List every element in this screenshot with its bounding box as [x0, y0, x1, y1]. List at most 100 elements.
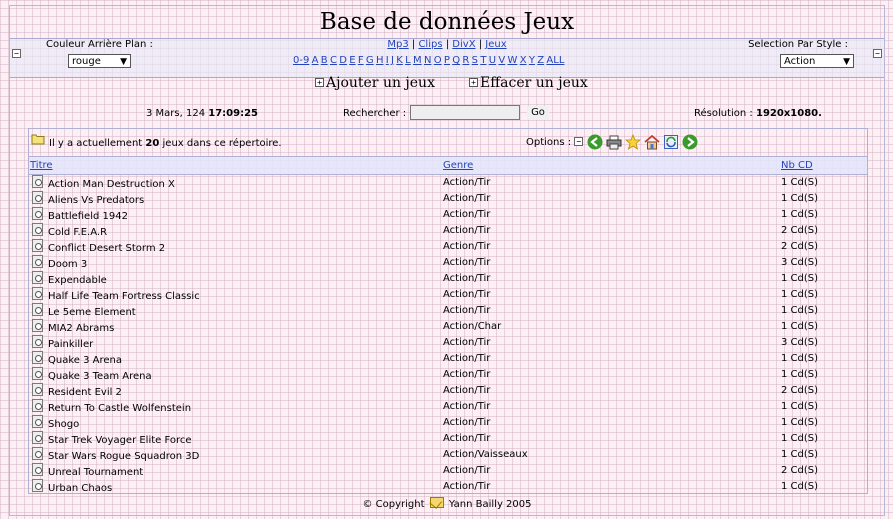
column-cd-sort[interactable]: Nb CD: [781, 160, 813, 171]
printer-icon[interactable]: [606, 134, 622, 150]
letter-link[interactable]: 0-9: [293, 55, 309, 66]
search-label: Rechercher :: [343, 108, 407, 119]
table-row[interactable]: Resident Evil 2 Action/Tir 2 Cd(S): [29, 383, 867, 399]
game-title: MIA2 Abrams: [48, 323, 115, 334]
cd-icon: [32, 479, 43, 492]
cd-icon: [32, 255, 43, 268]
letter-link[interactable]: V: [498, 55, 505, 66]
letter-link[interactable]: F: [358, 55, 364, 66]
game-cd-count: 1 Cd(S): [781, 417, 819, 428]
letter-link[interactable]: H: [376, 55, 384, 66]
remove-game-link[interactable]: + Effacer un jeux: [469, 75, 588, 91]
go-button[interactable]: Go: [527, 106, 549, 120]
letter-link[interactable]: O: [434, 55, 442, 66]
table-row[interactable]: Quake 3 Team Arena Action/Tir 1 Cd(S): [29, 367, 867, 383]
table-row[interactable]: Return To Castle Wolfenstein Action/Tir 1 …: [29, 399, 867, 415]
letter-link[interactable]: E: [349, 55, 355, 66]
chevron-down-icon: ▼: [120, 57, 127, 67]
cd-icon: [32, 367, 43, 380]
table-row[interactable]: Painkiller Action/Tir 3 Cd(S): [29, 335, 867, 351]
game-cd-count: 1 Cd(S): [781, 209, 819, 220]
nav-clips[interactable]: Clips: [418, 39, 442, 50]
cd-icon: [32, 223, 43, 236]
cd-icon: [32, 303, 43, 316]
background-color-select[interactable]: rouge ▼: [68, 54, 131, 68]
table-row[interactable]: Conflict Desert Storm 2 Action/Tir 2 Cd(S): [29, 239, 867, 255]
letter-link[interactable]: C: [330, 55, 337, 66]
table-row[interactable]: Battlefield 1942 Action/Tir 1 Cd(S): [29, 207, 867, 223]
letter-link[interactable]: K: [396, 55, 403, 66]
letter-link[interactable]: T: [480, 55, 486, 66]
table-row[interactable]: Aliens Vs Predators Action/Tir 1 Cd(S): [29, 191, 867, 207]
letter-link[interactable]: L: [405, 55, 411, 66]
game-title: Expendable: [48, 275, 107, 286]
letter-link[interactable]: Y: [529, 55, 535, 66]
table-row[interactable]: Star Trek Voyager Elite Force Action/Tir 1…: [29, 431, 867, 447]
cd-icon: [32, 415, 43, 428]
letter-link[interactable]: J: [391, 55, 394, 66]
table-row[interactable]: Quake 3 Arena Action/Tir 1 Cd(S): [29, 351, 867, 367]
minus-icon[interactable]: −: [873, 49, 882, 58]
add-game-link[interactable]: + Ajouter un jeux: [315, 75, 435, 91]
letter-link[interactable]: P: [444, 55, 450, 66]
favorite-star-icon[interactable]: [625, 134, 641, 150]
letter-link[interactable]: U: [489, 55, 496, 66]
table-row[interactable]: Expendable Action/Tir 1 Cd(S): [29, 271, 867, 287]
letter-link[interactable]: I: [386, 55, 389, 66]
cd-icon: [32, 351, 43, 364]
table-row[interactable]: MIA2 Abrams Action/Char 1 Cd(S): [29, 319, 867, 335]
cd-icon: [32, 463, 43, 476]
game-genre: Action/Char: [443, 321, 502, 332]
letter-link[interactable]: R: [462, 55, 469, 66]
letter-link[interactable]: X: [520, 55, 527, 66]
mail-icon[interactable]: [429, 497, 444, 508]
refresh-icon[interactable]: [663, 134, 679, 150]
minus-icon[interactable]: −: [12, 49, 21, 58]
table-row[interactable]: Action Man Destruction X Action/Tir 1 Cd(S…: [29, 175, 867, 191]
style-select[interactable]: Action ▼: [780, 54, 854, 68]
resolution: Résolution : 1920x1080.: [694, 108, 822, 119]
game-genre: Action/Tir: [443, 417, 491, 428]
letter-link[interactable]: ALL: [546, 55, 564, 66]
table-row[interactable]: Half Life Team Fortress Classic Action/Ti…: [29, 287, 867, 303]
table-row[interactable]: Le 5eme Element Action/Tir 1 Cd(S): [29, 303, 867, 319]
letter-link[interactable]: W: [508, 55, 518, 66]
game-cd-count: 1 Cd(S): [781, 289, 819, 300]
back-arrow-icon[interactable]: [587, 134, 603, 150]
table-row[interactable]: Doom 3 Action/Tir 3 Cd(S): [29, 255, 867, 271]
game-genre: Action/Tir: [443, 353, 491, 364]
letter-link[interactable]: Q: [452, 55, 460, 66]
cd-icon: [32, 431, 43, 444]
home-icon[interactable]: [644, 134, 660, 150]
cd-icon: [32, 335, 43, 348]
letter-link[interactable]: Z: [537, 55, 544, 66]
letter-link[interactable]: N: [424, 55, 431, 66]
game-cd-count: 2 Cd(S): [781, 465, 819, 476]
cd-icon: [32, 175, 43, 188]
column-genre-sort[interactable]: Genre: [443, 160, 473, 171]
game-cd-count: 3 Cd(S): [781, 337, 819, 348]
table-row[interactable]: Cold F.E.A.R Action/Tir 2 Cd(S): [29, 223, 867, 239]
search-input[interactable]: [410, 105, 520, 120]
letter-link[interactable]: M: [413, 55, 422, 66]
game-genre: Action/Tir: [443, 225, 491, 236]
forward-arrow-icon[interactable]: [682, 134, 698, 150]
plus-icon: +: [315, 78, 324, 87]
nav-jeux[interactable]: Jeux: [485, 39, 506, 50]
table-row[interactable]: Urban Chaos Action/Tir 1 Cd(S): [29, 479, 867, 495]
table-row[interactable]: Unreal Tournament Action/Tir 2 Cd(S): [29, 463, 867, 479]
letter-link[interactable]: S: [472, 55, 478, 66]
letter-link[interactable]: G: [366, 55, 374, 66]
nav-divx[interactable]: DivX: [452, 39, 475, 50]
page-frame: Base de données Jeux − − Couleur Arrière…: [9, 5, 885, 516]
letter-link[interactable]: B: [321, 55, 328, 66]
game-title: Unreal Tournament: [48, 467, 144, 478]
letter-link[interactable]: D: [339, 55, 347, 66]
table-row[interactable]: Shogo Action/Tir 1 Cd(S): [29, 415, 867, 431]
minus-icon[interactable]: −: [574, 137, 584, 146]
game-genre: Action/Tir: [443, 209, 491, 220]
letter-link[interactable]: A: [312, 55, 319, 66]
table-row[interactable]: Star Wars Rogue Squadron 3D Action/Vaisse…: [29, 447, 867, 463]
nav-mp3[interactable]: Mp3: [387, 39, 408, 50]
column-title-sort[interactable]: Titre: [30, 160, 53, 171]
